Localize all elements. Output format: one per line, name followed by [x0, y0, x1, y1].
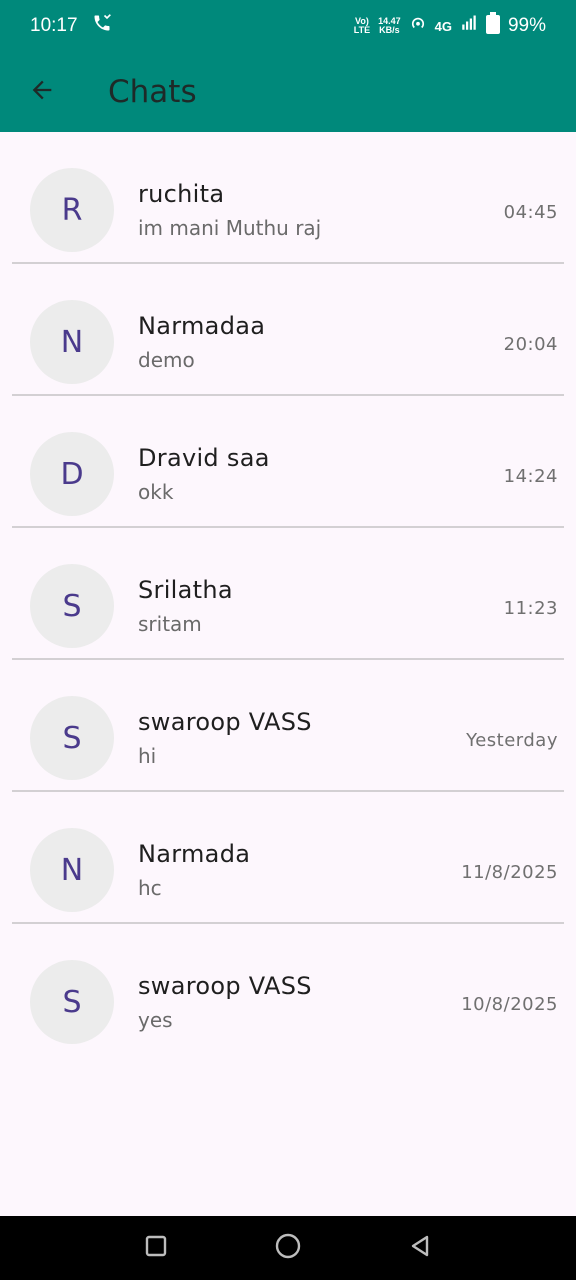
chat-list-item[interactable]: R ruchita im mani Muthu raj 04:45: [12, 132, 564, 264]
recents-button[interactable]: [132, 1224, 180, 1272]
nav-back-button[interactable]: [396, 1224, 444, 1272]
avatar: D: [30, 432, 114, 516]
chat-name: ruchita: [138, 180, 225, 208]
battery-icon: [485, 12, 500, 40]
status-time: 10:17: [30, 15, 78, 36]
avatar: S: [30, 696, 114, 780]
chat-name: swaroop VASS: [138, 972, 312, 1000]
chat-timestamp: 04:45: [503, 202, 558, 223]
square-icon: [144, 1234, 168, 1263]
chat-list-item[interactable]: N Narmadaa demo 20:04: [12, 264, 564, 396]
avatar: S: [30, 564, 114, 648]
chat-timestamp: 10/8/2025: [461, 994, 558, 1015]
chat-list-item[interactable]: S swaroop VASS hi Yesterday: [12, 660, 564, 792]
hotspot-icon: [409, 14, 427, 38]
status-bar: 10:17 Vo) LTE 14.47 KB/s 4G 99%: [0, 0, 576, 52]
chat-timestamp: Yesterday: [466, 730, 558, 751]
battery-level: 99%: [507, 15, 546, 36]
home-button[interactable]: [264, 1224, 312, 1272]
chat-last-message: demo: [138, 348, 195, 372]
signal-icon: [460, 14, 478, 38]
chat-name: swaroop VASS: [138, 708, 312, 736]
chat-name: Srilatha: [138, 576, 233, 604]
chat-name: Narmadaa: [138, 312, 266, 340]
volte-indicator: Vo) LTE: [353, 16, 371, 35]
chat-last-message: im mani Muthu raj: [138, 216, 322, 240]
chat-name: Narmada: [138, 840, 251, 868]
status-right: Vo) LTE 14.47 KB/s 4G 99%: [354, 12, 546, 40]
avatar: N: [30, 828, 114, 912]
triangle-back-icon: [408, 1234, 432, 1263]
chat-list-item[interactable]: S swaroop VASS yes 10/8/2025: [12, 924, 564, 1056]
chat-timestamp: 11:23: [503, 598, 558, 619]
chat-timestamp: 11/8/2025: [461, 862, 558, 883]
chat-timestamp: 14:24: [503, 466, 558, 487]
circle-icon: [274, 1232, 302, 1265]
app-bar: Chats: [0, 52, 576, 132]
chat-last-message: hc: [138, 876, 162, 900]
chat-list: R ruchita im mani Muthu raj 04:45 N Narm…: [0, 132, 576, 1056]
avatar: N: [30, 300, 114, 384]
back-button[interactable]: [14, 64, 70, 120]
page-title: Chats: [108, 74, 197, 110]
system-nav-bar: [0, 1216, 576, 1280]
chat-last-message: hi: [138, 744, 157, 768]
chat-last-message: yes: [138, 1008, 173, 1032]
arrow-left-icon: [28, 76, 56, 109]
chat-timestamp: 20:04: [503, 334, 558, 355]
status-left: 10:17: [30, 13, 112, 39]
net-speed: 14.47 KB/s: [378, 16, 401, 35]
phone-call-icon: [92, 13, 112, 39]
chat-last-message: sritam: [138, 612, 202, 636]
chat-list-item[interactable]: D Dravid saa okk 14:24: [12, 396, 564, 528]
chat-last-message: okk: [138, 480, 174, 504]
chat-list-item[interactable]: N Narmada hc 11/8/2025: [12, 792, 564, 924]
network-type: 4G: [434, 18, 452, 34]
avatar: R: [30, 168, 114, 252]
avatar: S: [30, 960, 114, 1044]
chat-list-item[interactable]: S Srilatha sritam 11:23: [12, 528, 564, 660]
chat-name: Dravid saa: [138, 444, 270, 472]
